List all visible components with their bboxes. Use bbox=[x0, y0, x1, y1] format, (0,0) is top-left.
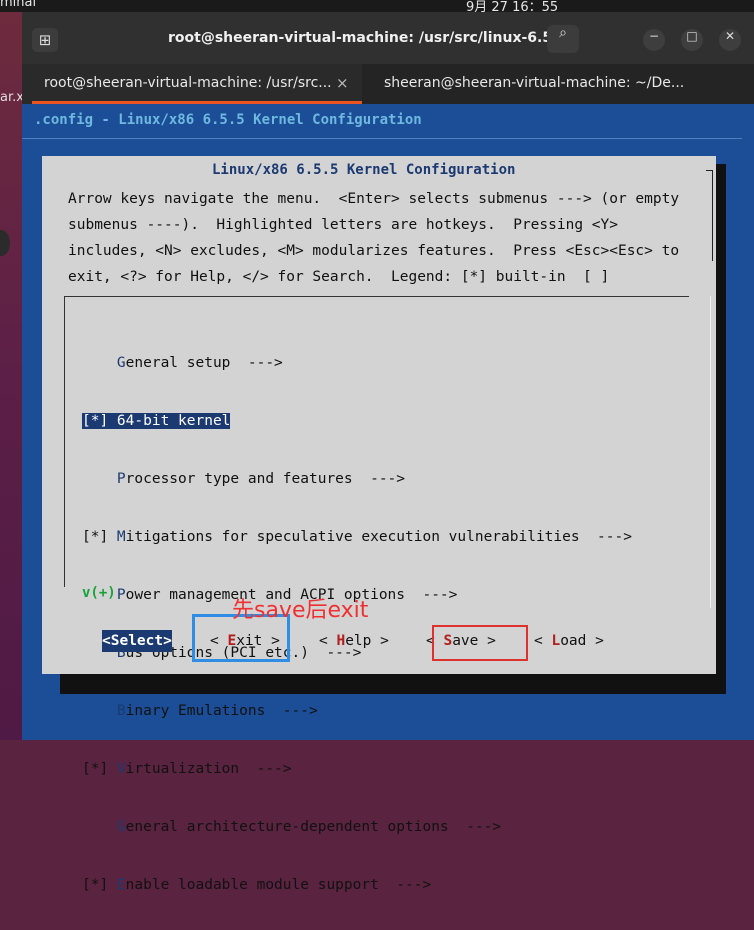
title-divider bbox=[22, 138, 742, 139]
system-top-bar: minal 9月 27 16：55 bbox=[0, 0, 754, 15]
item-prefix bbox=[82, 819, 117, 835]
header-bar: ⊞ root@sheeran-virtual-machine: /usr/src… bbox=[22, 12, 754, 206]
item-hotkey: E bbox=[116, 877, 126, 893]
menu-item-general-architecture[interactable]: General architecture-dependent options -… bbox=[82, 814, 632, 840]
maximize-icon: □ bbox=[686, 29, 698, 43]
menu-item-processor-type[interactable]: Processor type and features ---> bbox=[82, 466, 632, 492]
desktop-background bbox=[0, 12, 22, 740]
item-hotkey: G bbox=[116, 819, 126, 835]
close-window-button[interactable]: ✕ bbox=[719, 29, 741, 51]
item-label: itigations for speculative execution vul… bbox=[125, 529, 632, 545]
desktop-file-label: ar.x bbox=[0, 90, 24, 105]
item-hotkey: M bbox=[116, 529, 126, 545]
button-label: elp > bbox=[345, 633, 389, 649]
button-hotkey: H bbox=[336, 633, 346, 649]
tab-root[interactable]: root@sheeran-virtual-machine: /usr/src..… bbox=[22, 64, 362, 104]
item-label: rocessor type and features ---> bbox=[125, 471, 406, 487]
select-button[interactable]: <Select> bbox=[102, 630, 172, 652]
help-button[interactable]: < Help > bbox=[319, 630, 389, 652]
minimize-button[interactable]: − bbox=[643, 29, 665, 51]
item-label: eneral architecture-dependent options --… bbox=[125, 819, 502, 835]
minimize-icon: − bbox=[648, 29, 660, 43]
dialog-title: Linux/x86 6.5.5 Kernel Configuration bbox=[212, 162, 516, 178]
button-label: elect> bbox=[119, 633, 172, 649]
dialog-shadow bbox=[716, 164, 726, 684]
item-hotkey: 6 bbox=[116, 413, 126, 429]
item-hotkey: V bbox=[116, 761, 126, 777]
help-description: Arrow keys navigate the menu. <Enter> se… bbox=[68, 191, 680, 285]
menu-item-virtualization[interactable]: [*] Virtualization ---> bbox=[82, 756, 632, 782]
menu-item-64bit-kernel[interactable]: [*] 64-bit kernel bbox=[82, 408, 632, 434]
item-prefix bbox=[82, 355, 117, 371]
button-bracket: < bbox=[102, 633, 111, 649]
menu-item-binary-emulations[interactable]: Binary Emulations ---> bbox=[82, 698, 632, 724]
tab-label: sheeran@sheeran-virtual-machine: ~/De... bbox=[384, 75, 685, 91]
dialog-border bbox=[706, 170, 713, 261]
button-row: <Select> < Exit > < Help > < Save > < Lo… bbox=[42, 626, 716, 656]
maximize-button[interactable]: □ bbox=[681, 29, 703, 51]
menu-list-border bbox=[710, 296, 711, 608]
search-button[interactable]: ⌕ bbox=[547, 25, 579, 53]
button-label: oad > bbox=[560, 633, 604, 649]
item-prefix: [*] bbox=[82, 761, 117, 777]
menu-list[interactable]: General setup ---> [*] 64-bit kernel Pro… bbox=[82, 318, 632, 930]
terminal-window: ⊞ root@sheeran-virtual-machine: /usr/src… bbox=[22, 12, 754, 893]
app-name: minal bbox=[0, 0, 37, 10]
tab-bar: root@sheeran-virtual-machine: /usr/src..… bbox=[22, 64, 754, 104]
item-label: eneral setup ---> bbox=[125, 355, 283, 371]
close-tab-icon[interactable]: × bbox=[336, 64, 349, 102]
item-hotkey: P bbox=[116, 587, 126, 603]
window-title: root@sheeran-virtual-machine: /usr/src/l… bbox=[168, 30, 568, 46]
terminal-content[interactable]: .config - Linux/x86 6.5.5 Kernel Configu… bbox=[22, 104, 754, 893]
item-prefix: [*] bbox=[82, 877, 117, 893]
config-title: .config - Linux/x86 6.5.5 Kernel Configu… bbox=[34, 112, 422, 128]
item-label: irtualization ---> bbox=[125, 761, 292, 777]
item-hotkey: G bbox=[116, 355, 126, 371]
menuconfig-dialog: Linux/x86 6.5.5 Kernel Configuration Arr… bbox=[42, 156, 716, 893]
button-bracket: < bbox=[534, 633, 552, 649]
annotation-text: 先save后exit bbox=[232, 598, 369, 623]
close-icon: ✕ bbox=[724, 29, 736, 43]
more-items-indicator: v(+) bbox=[82, 585, 116, 601]
menu-item-general-setup[interactable]: General setup ---> bbox=[82, 350, 632, 376]
item-label: 4-bit kernel bbox=[125, 413, 231, 429]
search-icon: ⌕ bbox=[559, 25, 567, 41]
plus-box-icon: ⊞ bbox=[38, 31, 52, 49]
item-label: inary Emulations ---> bbox=[125, 703, 318, 719]
new-tab-button[interactable]: ⊞ bbox=[32, 28, 58, 52]
item-hotkey: B bbox=[116, 703, 126, 719]
item-prefix bbox=[82, 471, 117, 487]
button-bracket: < bbox=[319, 633, 337, 649]
item-prefix: [*] bbox=[82, 413, 117, 429]
tab-sheeran[interactable]: sheeran@sheeran-virtual-machine: ~/De... bbox=[362, 64, 754, 104]
selected-item-highlight: [*] 64-bit kernel bbox=[82, 413, 231, 429]
item-label: nable loadable module support ---> bbox=[125, 877, 432, 893]
load-button[interactable]: < Load > bbox=[534, 630, 604, 652]
button-hotkey: L bbox=[551, 633, 561, 649]
tab-label: root@sheeran-virtual-machine: /usr/src..… bbox=[44, 75, 332, 91]
item-prefix: [*] bbox=[82, 529, 117, 545]
menu-item-loadable-module[interactable]: [*] Enable loadable module support ---> bbox=[82, 872, 632, 898]
save-highlight-box bbox=[432, 625, 528, 661]
menu-item-mitigations[interactable]: [*] Mitigations for speculative executio… bbox=[82, 524, 632, 550]
item-hotkey: P bbox=[116, 471, 126, 487]
